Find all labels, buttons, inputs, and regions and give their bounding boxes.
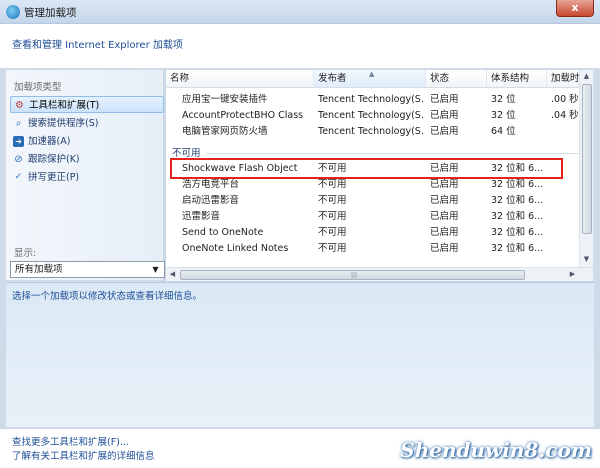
learn-more-link[interactable]: 了解有关工具栏和扩展的详细信息 <box>12 448 155 462</box>
cell-publisher: Tencent Technology(S... <box>318 110 424 121</box>
cell-name: OneNote Linked Notes <box>182 243 289 254</box>
cell-name: AccountProtectBHO Class <box>182 110 304 121</box>
footer: 查找更多工具栏和扩展(F)... 了解有关工具栏和扩展的详细信息 Shenduw… <box>0 428 600 468</box>
sidebar-item-search[interactable]: ⌕ 搜索提供程序(S) <box>10 115 164 132</box>
table-row[interactable]: 浩方电竞平台 不可用 已启用 32 位和 6... <box>166 177 586 193</box>
scroll-right-icon[interactable]: ▶ <box>566 268 579 281</box>
cell-publisher: Tencent Technology(S... <box>318 126 424 137</box>
cell-load-time: .04 秒 <box>551 110 579 121</box>
table-row[interactable]: 应用宝一键安装插件 Tencent Technology(S... 已启用 32… <box>166 92 586 108</box>
detail-hint: 选择一个加载项以修改状态或查看详细信息。 <box>12 291 203 302</box>
cell-publisher: 不可用 <box>318 179 347 190</box>
show-label: 显示: <box>14 248 37 259</box>
show-dropdown[interactable]: 所有加载项 ▼ <box>10 261 165 278</box>
sort-up-icon: ▲ <box>369 70 375 78</box>
cell-status: 已启用 <box>430 243 459 254</box>
cell-load-time: .00 秒 <box>551 94 579 105</box>
sidebar-item-label: 搜索提供程序(S) <box>28 118 99 129</box>
column-name[interactable]: 名称 <box>166 70 314 88</box>
cell-architecture: 32 位和 6... <box>491 243 544 254</box>
block-icon: ⊘ <box>14 154 23 165</box>
addon-type-pane: 加载项类型 ⚙ 工具栏和扩展(T) ⌕ 搜索提供程序(S) ➜ 加速器(A) ⊘… <box>6 70 165 280</box>
cell-architecture: 64 位 <box>491 126 516 137</box>
cell-architecture: 32 位和 6... <box>491 179 544 190</box>
ie-icon <box>6 5 20 19</box>
table-row[interactable]: Send to OneNote 不可用 已启用 32 位和 6... <box>166 225 586 241</box>
column-architecture[interactable]: 体系结构 <box>487 70 547 88</box>
grip-icon: ||| <box>351 272 358 279</box>
title-bar: 管理加载项 x <box>0 0 600 24</box>
header: 查看和管理 Internet Explorer 加载项 <box>0 24 600 68</box>
cell-publisher: 不可用 <box>318 195 347 206</box>
cell-status: 已启用 <box>430 126 459 137</box>
cell-publisher: Tencent Technology(S... <box>318 94 424 105</box>
table-row[interactable]: OneNote Linked Notes 不可用 已启用 32 位和 6... <box>166 241 586 257</box>
sidebar-item-tracking[interactable]: ⊘ 跟踪保护(K) <box>10 151 164 168</box>
cell-status: 已启用 <box>430 227 459 238</box>
table-row[interactable]: 迅雷影音 不可用 已启用 32 位和 6... <box>166 209 586 225</box>
table-row[interactable]: 启动迅雷影音 不可用 已启用 32 位和 6... <box>166 193 586 209</box>
vertical-scroll-thumb[interactable] <box>582 84 592 234</box>
cell-status: 已启用 <box>430 211 459 222</box>
cell-name: 浩方电竞平台 <box>182 179 240 190</box>
detail-pane: 选择一个加载项以修改状态或查看详细信息。 <box>6 282 594 427</box>
sidebar-item-label: 跟踪保护(K) <box>28 154 80 165</box>
cell-status: 已启用 <box>430 110 459 121</box>
header-text: 查看和管理 Internet Explorer 加载项 <box>12 40 183 51</box>
addon-list: 名称 发布者 ▲ 状态 体系结构 加载时 应用宝一键安装插件 Tencent T… <box>165 70 593 281</box>
spellcheck-icon: ✓ <box>14 172 23 182</box>
watermark-logo: Shenduwin8.com <box>400 438 592 462</box>
sidebar-item-label: 拼写更正(P) <box>28 172 80 183</box>
scroll-down-icon[interactable]: ▼ <box>580 253 593 266</box>
column-label: 发布者 <box>318 73 347 84</box>
sidebar-item-label: 加速器(A) <box>28 136 71 147</box>
cell-architecture: 32 位和 6... <box>491 211 544 222</box>
sidebar-item-label: 工具栏和扩展(T) <box>29 100 100 111</box>
group-divider <box>206 153 586 154</box>
cell-name: 应用宝一键安装插件 <box>182 94 268 105</box>
accelerator-icon: ➜ <box>13 136 24 147</box>
cell-publisher: 不可用 <box>318 227 347 238</box>
cell-status: 已启用 <box>430 94 459 105</box>
column-status[interactable]: 状态 <box>426 70 487 88</box>
cell-architecture: 32 位 <box>491 94 516 105</box>
cell-architecture: 32 位和 6... <box>491 195 544 206</box>
cell-name: 电脑管家网页防火墙 <box>182 126 268 137</box>
cell-publisher: 不可用 <box>318 211 347 222</box>
horizontal-scroll-thumb[interactable]: ||| <box>180 270 525 280</box>
search-icon: ⌕ <box>15 118 22 129</box>
cell-publisher: 不可用 <box>318 243 347 254</box>
highlight-box <box>170 158 563 179</box>
show-dropdown-value: 所有加载项 <box>15 264 63 275</box>
find-more-link[interactable]: 查找更多工具栏和扩展(F)... <box>12 434 129 448</box>
addon-type-label: 加载项类型 <box>14 82 62 93</box>
cell-name: Send to OneNote <box>182 227 264 238</box>
sidebar-item-spelling[interactable]: ✓ 拼写更正(P) <box>10 169 164 186</box>
scroll-up-icon[interactable]: ▲ <box>580 70 593 83</box>
vertical-scrollbar[interactable]: ▲ ▼ <box>579 70 593 267</box>
cell-status: 已启用 <box>430 195 459 206</box>
cell-architecture: 32 位 <box>491 110 516 121</box>
cell-name: 启动迅雷影音 <box>182 195 240 206</box>
cell-name: 迅雷影音 <box>182 211 221 222</box>
window-title: 管理加载项 <box>24 7 77 19</box>
table-row[interactable]: 电脑管家网页防火墙 Tencent Technology(S... 已启用 64… <box>166 124 586 140</box>
scroll-left-icon[interactable]: ◀ <box>166 268 179 281</box>
toolbar-icon: ⚙ <box>15 100 24 111</box>
cell-architecture: 32 位和 6... <box>491 227 544 238</box>
table-row[interactable]: AccountProtectBHO Class Tencent Technolo… <box>166 108 586 124</box>
close-button[interactable]: x <box>556 0 594 17</box>
sidebar-item-toolbars[interactable]: ⚙ 工具栏和扩展(T) <box>10 96 164 113</box>
cell-status: 已启用 <box>430 179 459 190</box>
horizontal-scrollbar[interactable]: ◀ ||| ▶ <box>166 267 593 281</box>
chevron-down-icon: ▼ <box>152 265 159 274</box>
group-header-unavailable: 不可用 <box>172 148 201 159</box>
sidebar-item-accelerators[interactable]: ➜ 加速器(A) <box>10 133 164 150</box>
